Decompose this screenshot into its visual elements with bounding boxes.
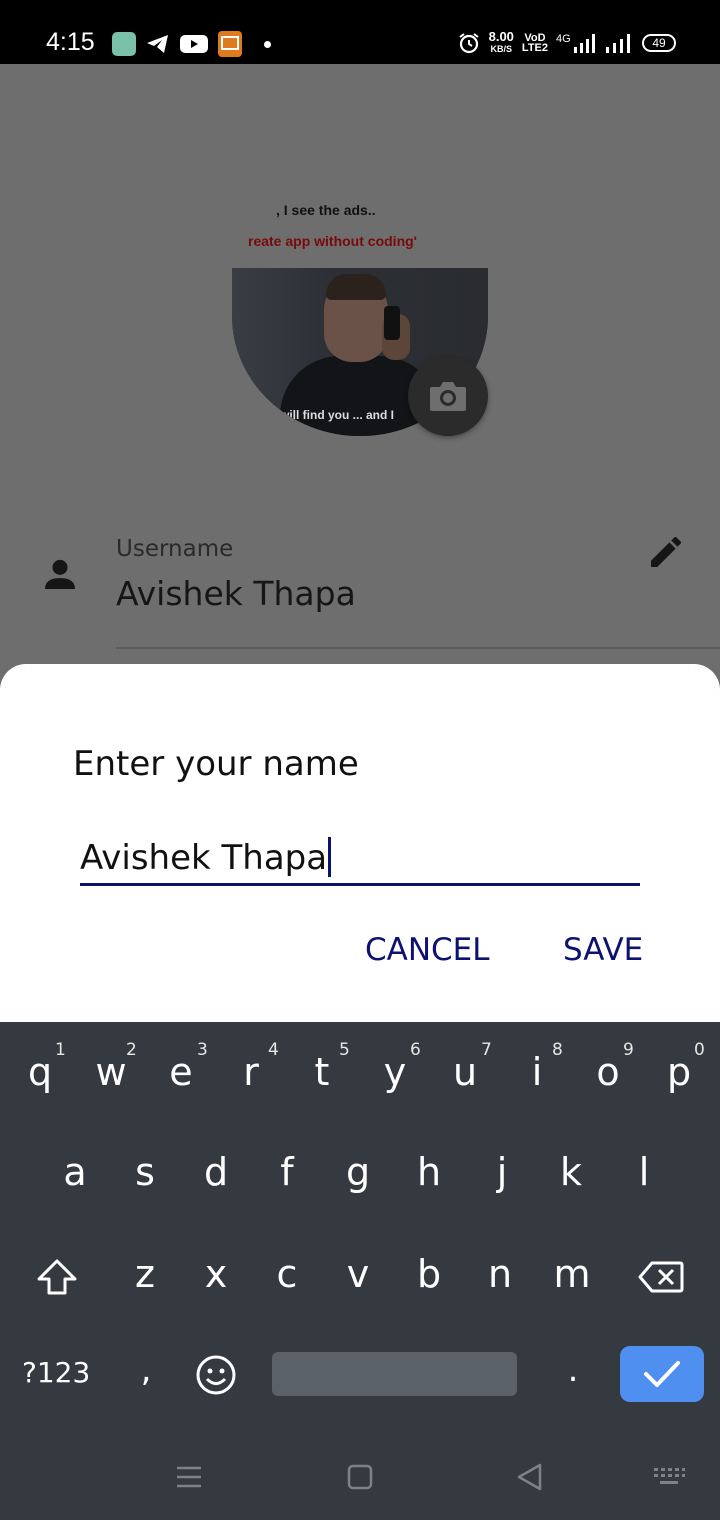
key-hint-6: 6 [410, 1040, 421, 1060]
key-p[interactable]: p [662, 1050, 696, 1094]
key-x[interactable]: x [199, 1252, 233, 1296]
notification-icons [112, 31, 271, 57]
key-q[interactable]: q [24, 1050, 56, 1094]
key-g[interactable]: g [341, 1150, 375, 1194]
emoji-icon[interactable] [195, 1354, 237, 1396]
youtube-icon [180, 35, 208, 53]
key-k[interactable]: k [554, 1150, 588, 1194]
key-hint-4: 4 [268, 1040, 279, 1060]
key-m[interactable]: m [550, 1252, 594, 1296]
signal-4g-icon: 4G [556, 33, 595, 53]
username-label: Username [116, 536, 234, 562]
volte-indicator: VoD LTE2 [521, 32, 548, 54]
key-t[interactable]: t [307, 1050, 337, 1094]
key-h[interactable]: h [412, 1150, 446, 1194]
key-hint-1: 1 [55, 1040, 66, 1060]
key-hint-5: 5 [339, 1040, 350, 1060]
key-hint-7: 7 [481, 1040, 492, 1060]
profile-screen: , I see the ads.. reate app without codi… [0, 64, 720, 664]
enter-key[interactable] [620, 1346, 704, 1402]
save-button[interactable]: SAVE [563, 932, 643, 968]
key-hint-9: 9 [623, 1040, 634, 1060]
system-status-icons: 8.00 KB/S VoD LTE2 4G 49 [457, 28, 676, 58]
network-speed: 8.00 KB/S [488, 29, 514, 54]
key-v[interactable]: v [341, 1252, 375, 1296]
svg-text:4G: 4G [556, 33, 571, 45]
comma-key[interactable]: , [132, 1350, 160, 1390]
dialog-title: Enter your name [73, 744, 359, 784]
menu-nav-icon[interactable] [175, 1464, 203, 1490]
key-z[interactable]: z [128, 1252, 162, 1296]
username-value: Avishek Thapa [116, 574, 356, 613]
name-dialog: Enter your name Avishek Thapa CANCEL SAV… [0, 664, 720, 1022]
key-j[interactable]: j [488, 1150, 516, 1194]
key-i[interactable]: i [522, 1050, 552, 1094]
avatar-caption-line2: reate app without coding' [248, 233, 417, 249]
alarm-icon [459, 33, 479, 54]
key-hint-2: 2 [126, 1040, 137, 1060]
key-n[interactable]: n [483, 1252, 517, 1296]
username-row: Username Avishek Thapa [0, 530, 720, 650]
app-notification-icon [112, 32, 136, 56]
avatar-caption-line1: , I see the ads.. [276, 202, 376, 218]
key-a[interactable]: a [58, 1150, 92, 1194]
shopping-app-icon [218, 31, 242, 57]
key-b[interactable]: b [412, 1252, 446, 1296]
key-u[interactable]: u [448, 1050, 482, 1094]
signal-icon [606, 34, 630, 53]
key-c[interactable]: c [270, 1252, 304, 1296]
key-f[interactable]: f [272, 1150, 302, 1194]
key-r[interactable]: r [236, 1050, 266, 1094]
key-s[interactable]: s [128, 1150, 162, 1194]
camera-icon [430, 382, 466, 411]
symbols-key[interactable]: ?123 [22, 1356, 90, 1389]
shift-icon[interactable] [36, 1258, 78, 1296]
key-hint-3: 3 [197, 1040, 208, 1060]
battery-indicator: 49 [642, 34, 676, 52]
key-o[interactable]: o [591, 1050, 625, 1094]
navigation-bar [0, 1442, 720, 1520]
key-l[interactable]: l [630, 1150, 658, 1194]
key-w[interactable]: w [92, 1050, 130, 1094]
key-e[interactable]: e [164, 1050, 198, 1094]
key-hint-0: 0 [694, 1040, 705, 1060]
keyboard-switch-icon[interactable] [652, 1466, 686, 1488]
keyboard: q 1 w 2 e 3 r 4 t 5 y 6 u 7 i 8 o 9 p 0 … [0, 1022, 720, 1520]
person-icon [45, 559, 75, 589]
telegram-icon [147, 35, 168, 53]
space-key[interactable] [272, 1352, 517, 1396]
backspace-icon[interactable] [638, 1260, 684, 1294]
edit-icon[interactable] [646, 532, 686, 572]
home-nav-icon[interactable] [347, 1464, 373, 1490]
key-d[interactable]: d [199, 1150, 233, 1194]
username-divider [116, 647, 720, 649]
status-bar: 4:15 8.00 KB/S VoD LTE2 4G 49 [0, 0, 720, 64]
status-time: 4:15 [46, 28, 95, 56]
change-photo-button[interactable] [408, 356, 488, 436]
key-hint-8: 8 [552, 1040, 563, 1060]
check-icon [644, 1361, 680, 1387]
more-notifications-dot [264, 40, 271, 48]
name-input[interactable] [80, 836, 640, 886]
period-key[interactable]: . [560, 1350, 586, 1390]
avatar-caption-line3: will find you ... and I [280, 408, 394, 422]
key-y[interactable]: y [378, 1050, 412, 1094]
cancel-button[interactable]: CANCEL [365, 932, 490, 968]
back-nav-icon[interactable] [516, 1462, 544, 1492]
